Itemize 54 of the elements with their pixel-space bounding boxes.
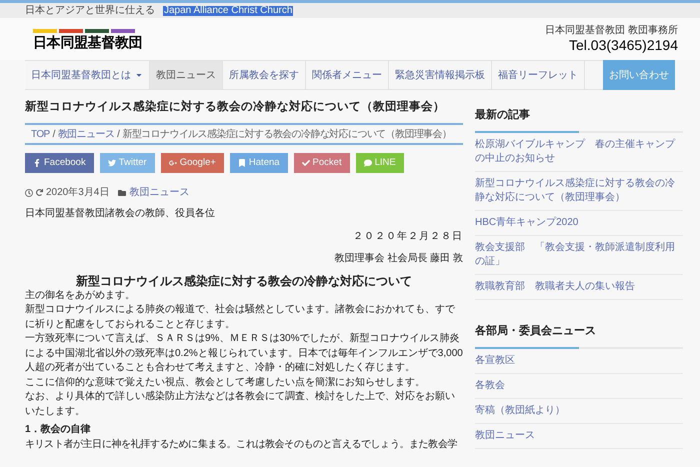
paragraph: 新型コロナウイルスによる肺炎の報道で、社会は騒然としています。諸教会におかれても、すでに祈りと配慮をしておられることと存じます。 [25, 303, 456, 332]
breadcrumb-link[interactable]: 教団ニュース [58, 126, 114, 142]
g-plus-icon [168, 159, 177, 167]
share-button[interactable]: Hatena [230, 153, 288, 173]
check-icon [302, 159, 310, 167]
office-name: 日本同盟基督教団 教団事務所 [545, 26, 678, 36]
paragraph: キリスト者が主日に神を礼拝するために集まる。これは教会そのものと言えるでしょう。また教会学 [25, 438, 458, 452]
sidebar-heading: 各部局・委員会ニュース [475, 325, 596, 337]
section-title: 1．教会の自律 [25, 423, 92, 437]
letter-date: ２０２０年２月２８日 [352, 230, 463, 244]
share-button[interactable]: Pocket [294, 153, 350, 173]
nav-tab[interactable]: 緊急災害情報掲示板 [389, 61, 492, 89]
clock-icon [25, 188, 33, 196]
share-button[interactable]: Google+ [160, 153, 224, 173]
sidebar-link[interactable]: 教職教育部 教職者夫人の集い報告 [475, 280, 683, 294]
sidebar-heading: 最新の記事 [475, 109, 530, 121]
sidebar-link[interactable]: 松原湖バイブルキャンプ 春の主催キャンプの中止のお知らせ [475, 138, 683, 166]
facebook-icon [33, 159, 41, 167]
speech-bubble-icon [364, 159, 372, 167]
logo[interactable]: 日本同盟基督教団 [33, 29, 142, 49]
paragraph: ここに信仰的な意味で覚えたい視点、教会として考慮したい点を簡潔にお知らせします。 [25, 376, 426, 390]
site-name: Japan Alliance Christ Church [163, 6, 294, 16]
sidebar-link[interactable]: 各宣教区 [475, 354, 683, 368]
contact-button[interactable]: お問い合わせ [603, 60, 675, 90]
nav-tab[interactable]: 所属教会を探す [223, 61, 306, 89]
nav-tab[interactable]: 関係者メニュー [306, 61, 389, 89]
paragraph: なお、より具体的で詳しい感染防止方法などは各教会にて調査、検討をした上で、対応をお願いいたします。 [25, 390, 456, 418]
sidebar-link[interactable]: 教団ニュース [475, 429, 683, 443]
sidebar-link[interactable]: 新型コロナウイルス感染症に対する教会の冷静な対応について（教団理事会） [475, 177, 683, 205]
sidebar-link[interactable]: HBC青年キャンプ2020 [475, 216, 683, 230]
sidebar-link[interactable]: 各教会 [475, 379, 683, 393]
paragraph: 主の御名をあがめます。 [25, 288, 136, 302]
sidebar-link[interactable]: 寄稿（教団紙より） [475, 404, 683, 418]
folder-icon [118, 188, 126, 196]
sidebar-link[interactable]: 教会支援部 「教会支援・教師派遣制度利用の証」 [475, 241, 683, 269]
nav-tab[interactable]: 福音リーフレット [492, 61, 585, 89]
share-button[interactable]: Facebook [25, 153, 94, 173]
tagline: 日本とアジアと世界に仕える [25, 6, 155, 16]
phone-number: Tel.03(3465)2194 [569, 38, 678, 52]
paragraph: 一方致死率について言えば、ＳＡＲＳは9%、ＭＥＲＳは30%でしたが、新型コロナウイルス肺炎による中国湖北省以外の致死率は0.2%と報じられています。日本では毎年インフルエンザで3,000 人超の死者が出ていることも合わせて考えますと、冷静・的確に対処したく存じます。 [25, 332, 463, 375]
author: 教団理事会 社会局長 藤田 敦 [334, 252, 463, 266]
bookmark-icon [238, 159, 246, 167]
breadcrumb-link[interactable]: TOP [31, 126, 50, 142]
category-link[interactable]: 教団ニュース [129, 185, 190, 200]
article-title: 新型コロナウイルス感染症に対する教会の冷静な対応について（教団理事会） [25, 100, 445, 115]
letter-heading: 新型コロナウイルス感染症に対する教会の冷静な対応について [75, 272, 413, 288]
refresh-icon [36, 189, 43, 196]
addressee: 日本同盟基督教団諸教会の教師、役員各位 [25, 207, 216, 221]
nav-tab[interactable]: 教団ニュース [150, 61, 223, 89]
breadcrumb-current: 新型コロナウイルス感染症に対する教会の冷静な対応について（教団理事会） [122, 128, 452, 142]
breadcrumb-separator: / [117, 128, 120, 142]
bird-icon [108, 159, 116, 167]
breadcrumb-separator: / [52, 128, 55, 142]
post-date: 2020年3月4日 [46, 186, 110, 200]
